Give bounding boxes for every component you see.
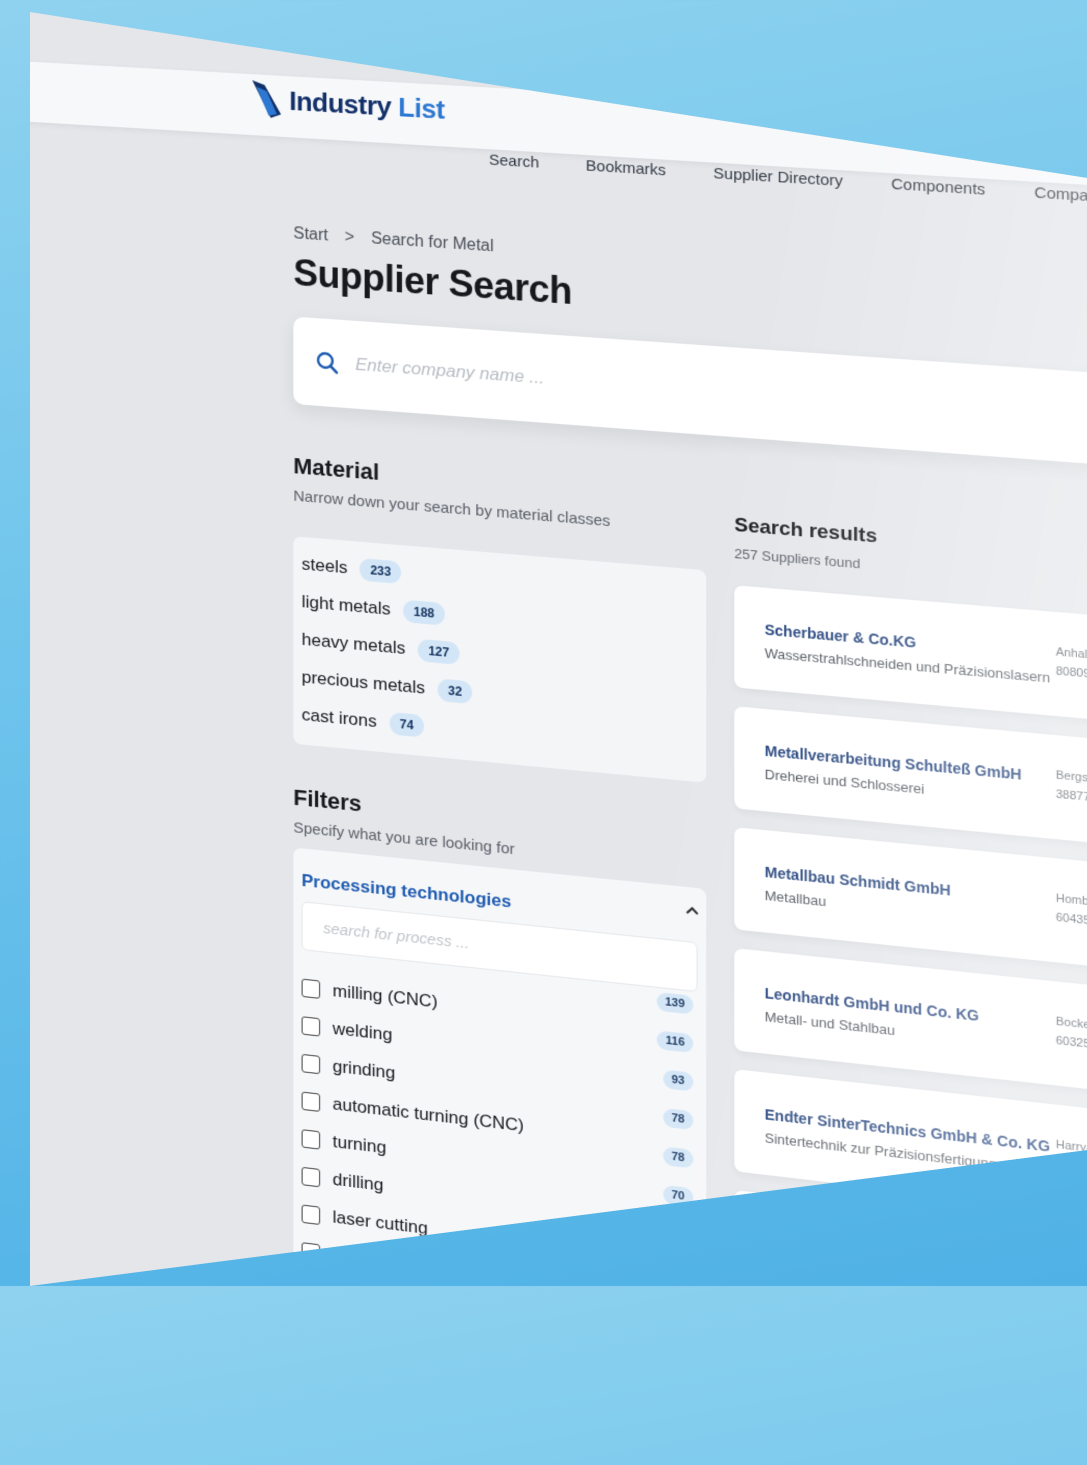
material-count-badge: 233 [359, 557, 402, 584]
processing-filter-card: Processing technologies milling (CNC) 13… [293, 847, 707, 1286]
brand-name: Industry List [289, 84, 445, 125]
nav-components[interactable]: Components [891, 175, 985, 199]
material-count-badge: 74 [389, 711, 425, 738]
checkbox[interactable] [301, 1053, 321, 1074]
material-title: Material [293, 452, 380, 486]
company-search-bar[interactable] [293, 316, 1087, 471]
process-label: drilling [332, 1168, 384, 1195]
process-count-badge: 116 [657, 1030, 694, 1054]
material-count-badge: 188 [403, 599, 445, 626]
supplier-street: Harry-Endte [1055, 1138, 1087, 1159]
material-label: light metals [301, 591, 391, 619]
material-card: steels 233 light metals 188 heavy metals… [293, 536, 707, 783]
nav-search[interactable]: Search [489, 151, 539, 172]
material-list: steels 233 light metals 188 heavy metals… [302, 545, 473, 749]
checkbox[interactable] [301, 1090, 321, 1112]
supplier-street: Homburger L [1055, 892, 1087, 912]
process-label: welding [332, 1018, 393, 1045]
breadcrumb: Start > Search for Metal [293, 225, 493, 256]
breadcrumb-start[interactable]: Start [293, 225, 328, 246]
process-label: punching [332, 1244, 405, 1273]
material-label: cast irons [301, 704, 377, 731]
logo-mark-icon [252, 80, 282, 119]
process-label: laser cutting [332, 1206, 428, 1238]
supplier-street: Anhalter Sa [1055, 645, 1087, 664]
breadcrumb-separator: > [344, 228, 355, 247]
process-label: milling (CNC) [332, 980, 438, 1012]
filters-title: Filters [293, 784, 362, 817]
process-search-input[interactable] [321, 918, 663, 974]
result-card[interactable]: Endter SinterTechnics GmbH & Co. KG Sint… [734, 1069, 1087, 1226]
supplier-description: Wasserstrahlschneiden und Präzisionslase… [764, 645, 1051, 686]
supplier-name[interactable]: Sollweck Metallbearbeitung [765, 1227, 967, 1268]
search-icon [316, 351, 339, 375]
supplier-city: 54570 Dens [1055, 1157, 1087, 1178]
result-card[interactable]: Scherbauer & Co.KG Wasserstrahlschneiden… [734, 585, 1087, 729]
process-item[interactable]: punching 54 [301, 1232, 702, 1286]
material-count-badge: 127 [417, 638, 460, 665]
material-label: heavy metals [301, 629, 406, 658]
breadcrumb-current: Search for Metal [371, 230, 494, 256]
supplier-street: An Wuttle c [1055, 1261, 1087, 1282]
results-title: Search results [734, 514, 878, 548]
material-label: steels [301, 553, 348, 577]
process-label: grinding [332, 1055, 396, 1083]
process-count-badge: 139 [656, 991, 694, 1015]
process-label: turning [332, 1131, 387, 1157]
checkbox[interactable] [301, 978, 321, 999]
chevron-up-icon[interactable] [685, 903, 700, 919]
process-count-badge: 54 [662, 1261, 694, 1285]
checkbox[interactable] [301, 1203, 321, 1225]
browser-screen: Industry List Search Bookmarks Supplier … [30, 12, 1087, 1286]
company-search-input[interactable] [353, 353, 1003, 424]
checkbox[interactable] [301, 1015, 321, 1037]
material-subtitle: Narrow down your search by material clas… [293, 487, 611, 531]
checkbox[interactable] [301, 1128, 321, 1150]
page-canvas: Industry List Search Bookmarks Supplier … [30, 12, 1087, 1303]
checkbox[interactable] [301, 1241, 321, 1263]
process-count-badge: 56 [662, 1223, 694, 1246]
supplier-city: 61169 Fried [1055, 1280, 1087, 1298]
supplier-description: Wir sind ein flexibler Metallbearbeitung… [764, 1251, 1063, 1303]
page-title: Supplier Search [293, 251, 573, 313]
checkbox[interactable] [301, 1166, 321, 1187]
nav-bookmarks[interactable]: Bookmarks [586, 157, 666, 179]
process-list: milling (CNC) 139 welding 116 grinding 9… [301, 968, 702, 1286]
supplier-street: Bockenhei [1055, 1015, 1087, 1035]
results-count: 257 Suppliers found [734, 545, 861, 572]
process-count-badge: 93 [662, 1069, 694, 1092]
result-card[interactable]: Sollweck Metallbearbeitung Wir sind ein … [734, 1190, 1087, 1303]
material-count-badge: 32 [437, 677, 473, 704]
nav-company-panel[interactable]: Company panel [1034, 184, 1087, 209]
material-label: precious metals [301, 666, 426, 698]
result-card[interactable]: Metallverarbeitung Schulteß GmbH Drehere… [734, 706, 1087, 853]
supplier-street: Bergstraße 4 [1055, 769, 1087, 788]
